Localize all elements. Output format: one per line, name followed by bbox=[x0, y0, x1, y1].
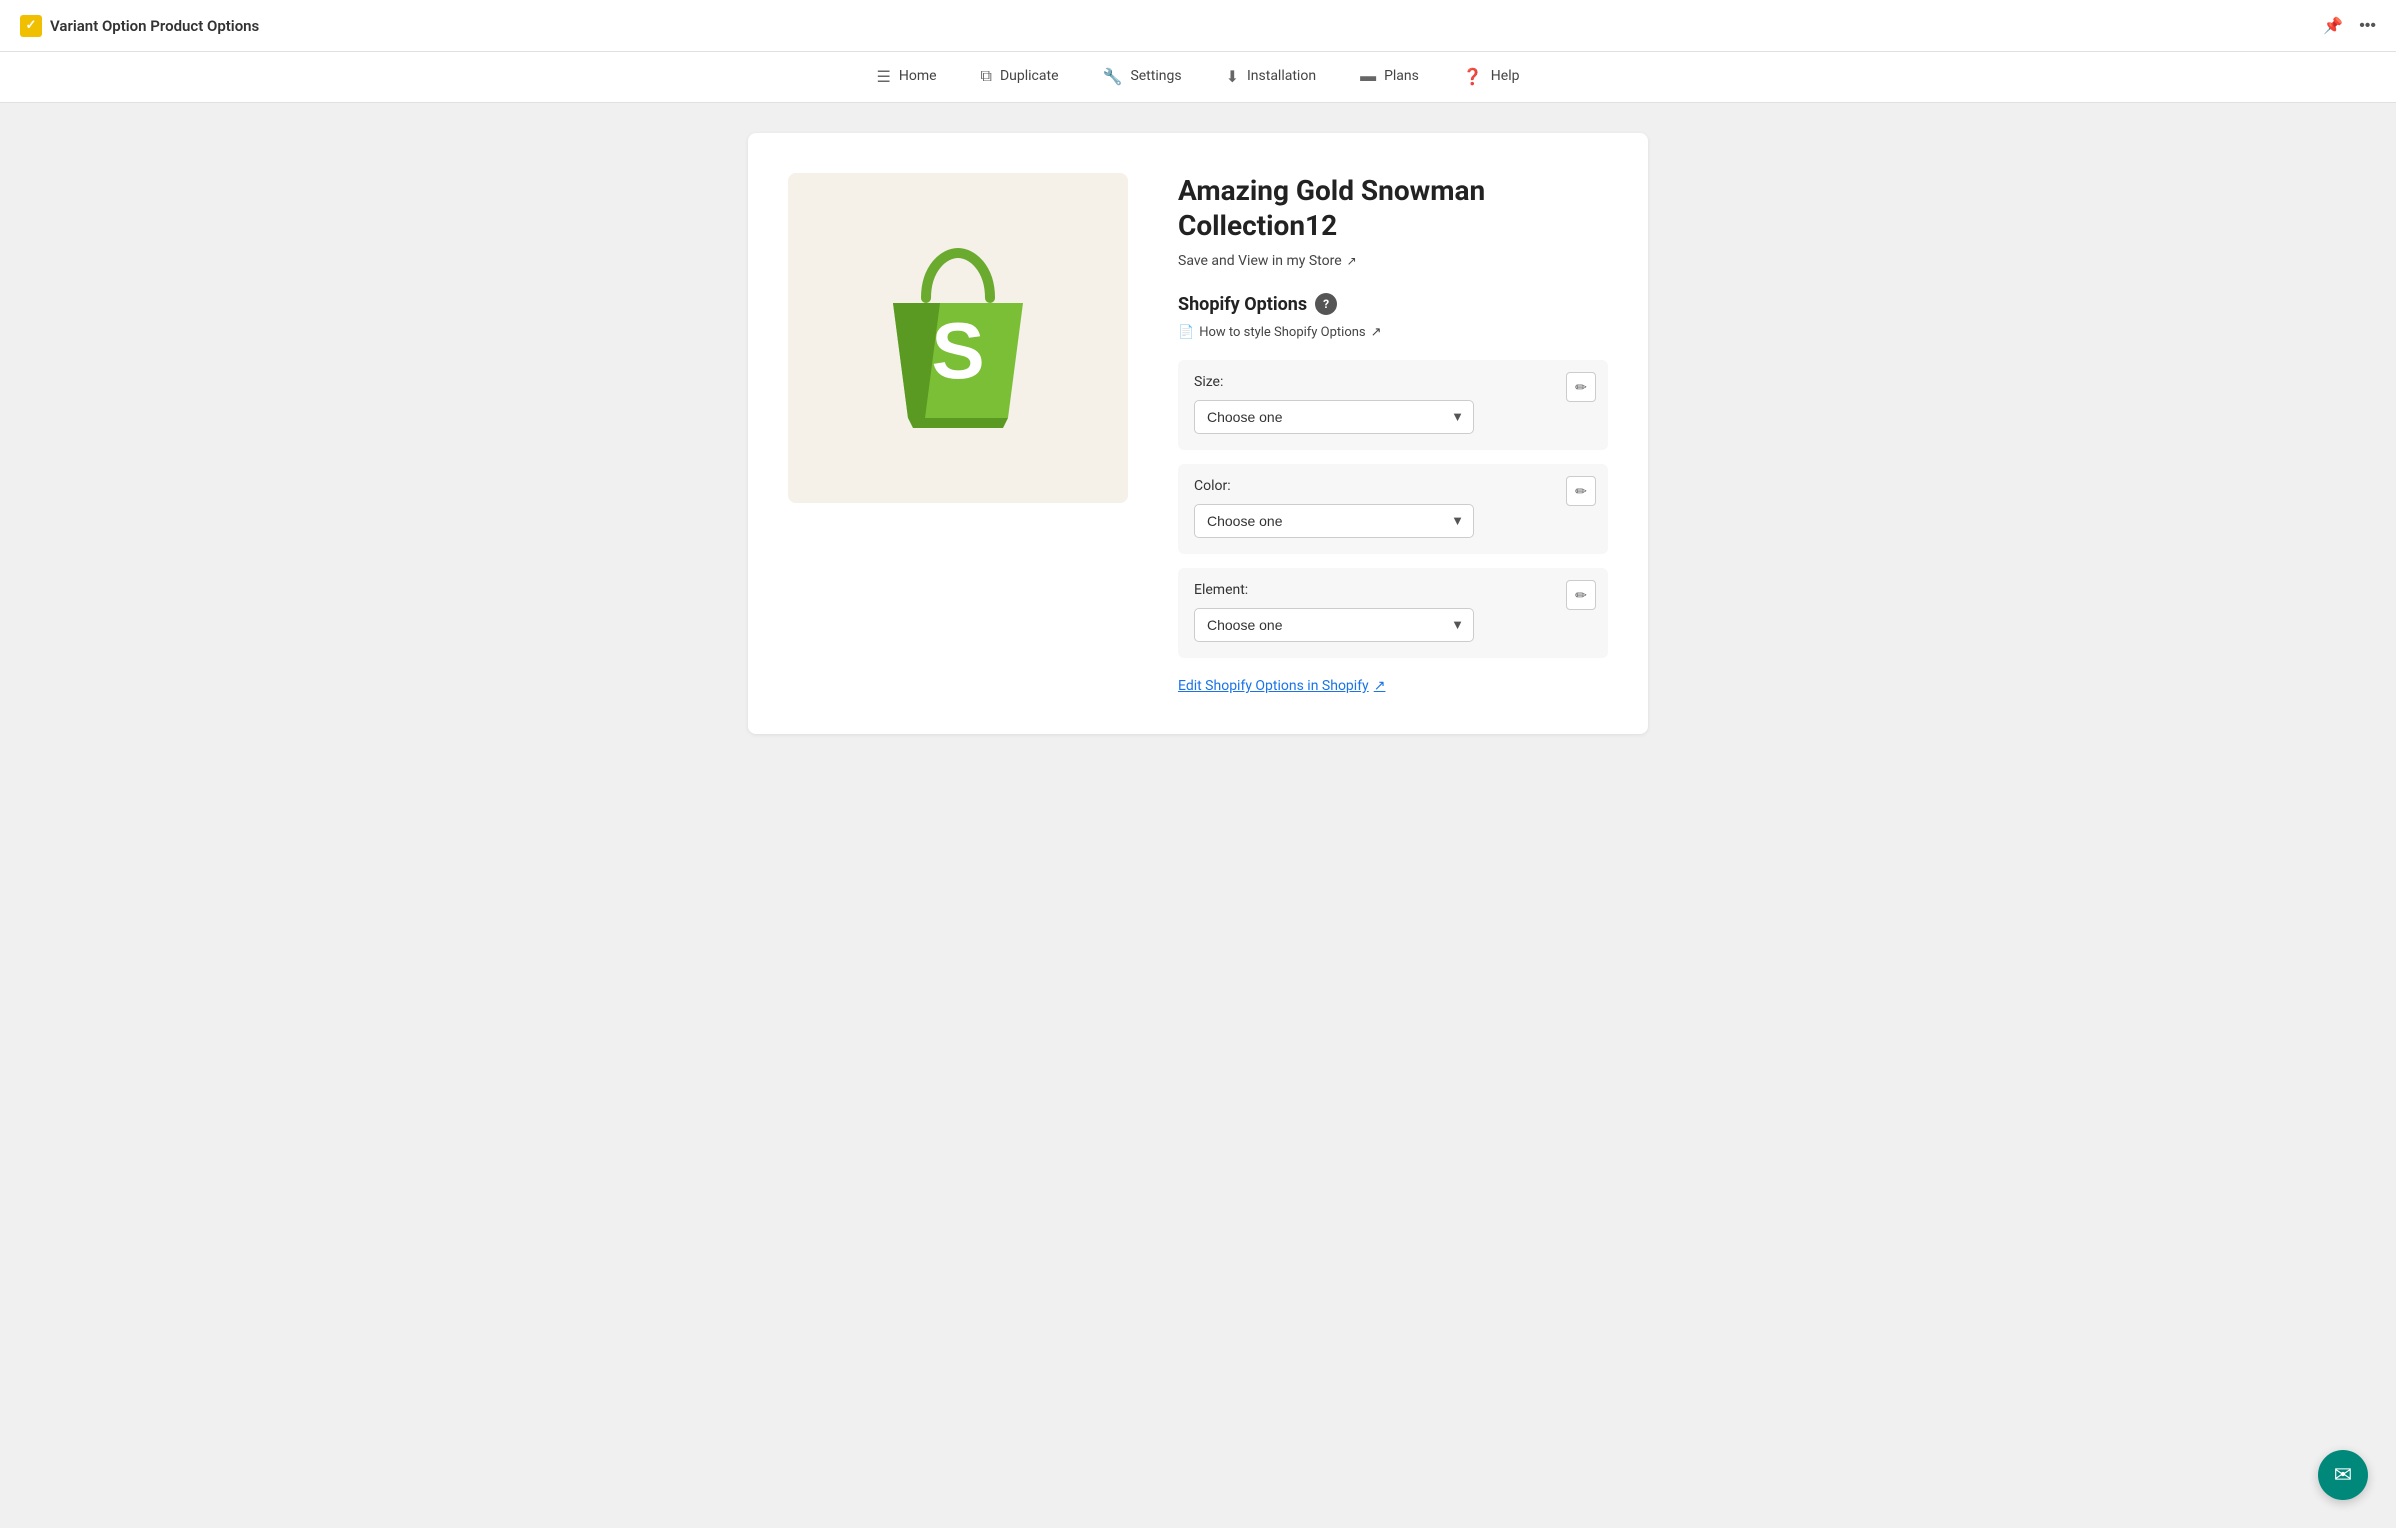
product-card: S Amazing Gold Snowman Collection12 Save… bbox=[748, 133, 1648, 734]
top-bar: Variant Option Product Options 📌 ••• bbox=[0, 0, 2396, 52]
style-link-ext-icon: ↗ bbox=[1371, 325, 1382, 340]
style-link-text: How to style Shopify Options bbox=[1199, 325, 1365, 340]
chat-fab-button[interactable]: ✉ bbox=[2318, 1450, 2368, 1500]
nav-settings-label: Settings bbox=[1130, 68, 1181, 84]
color-select-wrap: Choose one ▼ bbox=[1194, 504, 1474, 538]
nav-duplicate[interactable]: ⧉ Duplicate bbox=[959, 52, 1081, 102]
nav-help[interactable]: ❓ Help bbox=[1441, 52, 1542, 102]
product-details: Amazing Gold Snowman Collection12 Save a… bbox=[1178, 173, 1608, 694]
more-button[interactable]: ••• bbox=[2359, 17, 2376, 35]
nav-duplicate-label: Duplicate bbox=[1000, 68, 1059, 84]
top-bar-actions: 📌 ••• bbox=[2323, 16, 2376, 36]
plans-icon: ▬ bbox=[1360, 66, 1376, 86]
product-title: Amazing Gold Snowman Collection12 bbox=[1178, 173, 1608, 243]
settings-icon: 🔧 bbox=[1103, 67, 1123, 86]
nav-installation-label: Installation bbox=[1247, 68, 1316, 84]
page-content: S Amazing Gold Snowman Collection12 Save… bbox=[0, 103, 2396, 764]
edit-shopify-link[interactable]: Edit Shopify Options in Shopify ↗ bbox=[1178, 678, 1608, 694]
shopify-bag-svg: S bbox=[848, 228, 1068, 448]
chat-icon: ✉ bbox=[2334, 1463, 2352, 1488]
duplicate-icon: ⧉ bbox=[981, 66, 992, 86]
element-select-wrap: Choose one ▼ bbox=[1194, 608, 1474, 642]
installation-icon: ⬇ bbox=[1226, 67, 1239, 86]
home-icon: ☰ bbox=[877, 67, 891, 86]
help-circle-icon[interactable]: ? bbox=[1315, 293, 1337, 315]
nav-home-label: Home bbox=[899, 68, 937, 84]
size-edit-button[interactable]: ✏ bbox=[1566, 372, 1596, 402]
edit-shopify-link-text: Edit Shopify Options in Shopify bbox=[1178, 678, 1369, 694]
nav-home[interactable]: ☰ Home bbox=[855, 52, 959, 102]
brand-icon bbox=[20, 15, 42, 37]
document-icon: 📄 bbox=[1178, 325, 1194, 340]
nav-plans[interactable]: ▬ Plans bbox=[1338, 52, 1441, 102]
edit-shopify-ext-icon: ↗ bbox=[1374, 678, 1386, 694]
shopify-options-title: Shopify Options ? bbox=[1178, 293, 1608, 315]
nav-settings[interactable]: 🔧 Settings bbox=[1081, 52, 1204, 102]
svg-text:S: S bbox=[931, 306, 984, 395]
element-select[interactable]: Choose one bbox=[1194, 608, 1474, 642]
element-edit-button[interactable]: ✏ bbox=[1566, 580, 1596, 610]
size-select-wrap: Choose one ▼ bbox=[1194, 400, 1474, 434]
brand: Variant Option Product Options bbox=[20, 15, 259, 37]
main-nav: ☰ Home ⧉ Duplicate 🔧 Settings ⬇ Installa… bbox=[0, 52, 2396, 103]
option-color-box: Color: Choose one ▼ ✏ bbox=[1178, 464, 1608, 554]
element-label: Element: bbox=[1194, 582, 1592, 598]
nav-plans-label: Plans bbox=[1384, 68, 1419, 84]
option-size-box: Size: Choose one ▼ ✏ bbox=[1178, 360, 1608, 450]
color-edit-button[interactable]: ✏ bbox=[1566, 476, 1596, 506]
size-label: Size: bbox=[1194, 374, 1592, 390]
product-image: S bbox=[788, 173, 1128, 503]
app-title: Variant Option Product Options bbox=[50, 17, 259, 35]
size-select[interactable]: Choose one bbox=[1194, 400, 1474, 434]
nav-help-label: Help bbox=[1491, 68, 1520, 84]
style-options-link[interactable]: 📄 How to style Shopify Options ↗ bbox=[1178, 325, 1608, 340]
option-element-box: Element: Choose one ▼ ✏ bbox=[1178, 568, 1608, 658]
color-label: Color: bbox=[1194, 478, 1592, 494]
save-link-external-icon: ↗ bbox=[1347, 254, 1357, 268]
nav-installation[interactable]: ⬇ Installation bbox=[1204, 52, 1339, 102]
save-link-text: Save and View in my Store bbox=[1178, 253, 1342, 269]
save-view-link[interactable]: Save and View in my Store ↗ bbox=[1178, 253, 1608, 269]
help-icon: ❓ bbox=[1463, 67, 1483, 86]
pin-button[interactable]: 📌 bbox=[2323, 16, 2343, 36]
color-select[interactable]: Choose one bbox=[1194, 504, 1474, 538]
